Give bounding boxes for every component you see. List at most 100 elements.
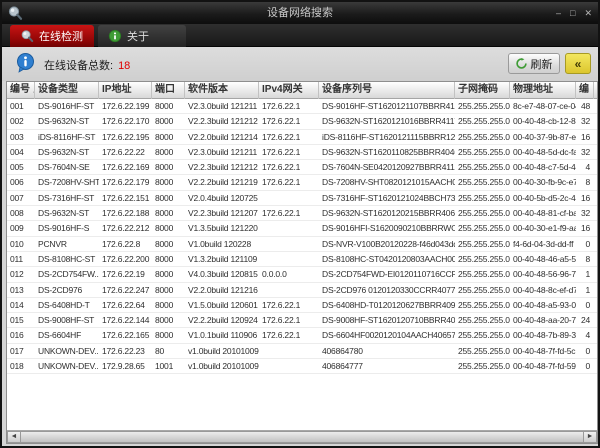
cell: 32 bbox=[576, 206, 594, 221]
scroll-right-arrow-icon[interactable]: ► bbox=[583, 431, 597, 443]
cell: DS-7208HV-SHT bbox=[35, 175, 99, 190]
cell: 00-40-48-cb-12-8a bbox=[510, 114, 576, 129]
cell: DS-6604HF0020120104AACH406572... bbox=[319, 328, 455, 343]
cell: 255.255.255.0 bbox=[455, 191, 510, 206]
table-row[interactable]: 012DS-2CD754FW...172.6.22.198000V4.0.3bu… bbox=[7, 267, 597, 282]
cell: DS-9008HF-ST1620120710BBRR409... bbox=[319, 313, 455, 328]
column-header-4[interactable]: 端口 bbox=[152, 82, 185, 99]
minimize-button[interactable]: – bbox=[556, 8, 561, 18]
column-header-5[interactable]: 软件版本 bbox=[185, 82, 259, 99]
cell: 255.255.255.0 bbox=[455, 237, 510, 252]
table-row[interactable]: 015DS-9008HF-ST172.6.22.1448000V2.2.2bui… bbox=[7, 313, 597, 328]
tab-about[interactable]: 关于 bbox=[98, 25, 186, 47]
refresh-label: 刷新 bbox=[531, 56, 553, 72]
cell: 255.255.255.0 bbox=[455, 252, 510, 267]
cell bbox=[259, 237, 319, 252]
cell: 8000 bbox=[152, 328, 185, 343]
cell: 015 bbox=[7, 313, 35, 328]
cell: 00-40-48-56-96-76 bbox=[510, 267, 576, 282]
cell: 172.6.22.22 bbox=[99, 145, 152, 160]
app-window: 设备网络搜索 – □ ✕ 在线检测 关于 bbox=[0, 0, 600, 448]
column-header-3[interactable]: IP地址 bbox=[99, 82, 152, 99]
table-row[interactable]: 001DS-9016HF-ST172.6.22.1998000V2.3.0bui… bbox=[7, 99, 597, 114]
table-row[interactable]: 010PCNVR172.6.22.88000V1.0build 120228DS… bbox=[7, 237, 597, 252]
scroll-left-arrow-icon[interactable]: ◄ bbox=[7, 431, 21, 443]
cell: DS-9632N-ST1620120215BBRR4069... bbox=[319, 206, 455, 221]
cell: 48 bbox=[576, 99, 594, 114]
table-row[interactable]: 013DS-2CD976172.6.22.2478000V2.2.0build … bbox=[7, 283, 597, 298]
cell: 255.255.255.0 bbox=[455, 283, 510, 298]
cell: 0 bbox=[576, 298, 594, 313]
cell: 001 bbox=[7, 99, 35, 114]
cell: 003 bbox=[7, 130, 35, 145]
cell: UNKOWN-DEV... bbox=[35, 344, 99, 359]
cell: DS-6408HD-T0120120627BBRR4093... bbox=[319, 298, 455, 313]
table-row[interactable]: 016DS-6604HF172.6.22.1658000V1.0.1build … bbox=[7, 328, 597, 343]
cell: 255.255.255.0 bbox=[455, 175, 510, 190]
close-button[interactable]: ✕ bbox=[584, 8, 592, 18]
cell: 406864780 bbox=[319, 344, 455, 359]
column-header-9[interactable]: 物理地址 bbox=[510, 82, 576, 99]
cell: 172.6.22.19 bbox=[99, 267, 152, 282]
cell: 8000 bbox=[152, 114, 185, 129]
cell: V2.2.2build 121219 bbox=[185, 175, 259, 190]
table-body: 001DS-9016HF-ST172.6.22.1998000V2.3.0bui… bbox=[7, 99, 597, 374]
column-header-label: 编号 bbox=[10, 84, 30, 95]
table-row[interactable]: 009DS-9016HF-S172.6.22.2128000V1.3.5buil… bbox=[7, 221, 597, 236]
cell: V2.2.0build 121216 bbox=[185, 283, 259, 298]
cell: 172.6.22.1 bbox=[259, 175, 319, 190]
column-header-6[interactable]: IPv4网关 bbox=[259, 82, 319, 99]
table-row[interactable]: 017UNKOWN-DEV...172.6.22.2380v1.0build 2… bbox=[7, 344, 597, 359]
cell: PCNVR bbox=[35, 237, 99, 252]
table-row[interactable]: 011DS-8108HC-ST172.6.22.2008000V1.3.2bui… bbox=[7, 252, 597, 267]
column-header-10[interactable]: 编 bbox=[576, 82, 594, 99]
tab-online-detect[interactable]: 在线检测 bbox=[10, 25, 94, 47]
cell: 00-40-30-e1-f9-aa bbox=[510, 221, 576, 236]
table-row[interactable]: 014DS-6408HD-T172.6.22.648000V1.5.0build… bbox=[7, 298, 597, 313]
refresh-button[interactable]: 刷新 bbox=[508, 53, 560, 74]
cell: 8000 bbox=[152, 237, 185, 252]
table-row[interactable]: 004DS-9632N-ST172.6.22.228000V2.3.0build… bbox=[7, 145, 597, 160]
title-bar[interactable]: 设备网络搜索 – □ ✕ bbox=[2, 2, 598, 24]
collapse-panel-button[interactable]: « bbox=[565, 53, 591, 74]
cell: 255.255.255.0 bbox=[455, 114, 510, 129]
cell: 8000 bbox=[152, 221, 185, 236]
column-header-1[interactable]: 编号△ bbox=[7, 82, 35, 99]
table-row[interactable]: 008DS-9632N-ST172.6.22.1888000V2.2.3buil… bbox=[7, 206, 597, 221]
horizontal-scrollbar[interactable]: ◄ ► bbox=[7, 430, 597, 443]
cell: 00-40-5b-d5-2c-48 bbox=[510, 191, 576, 206]
cell: 8000 bbox=[152, 252, 185, 267]
cell: DS-2CD754FWD-EI0120110716CCR... bbox=[319, 267, 455, 282]
tab-label: 在线检测 bbox=[39, 28, 83, 44]
table-row[interactable]: 007DS-7316HF-ST172.6.22.1518000V2.0.4bui… bbox=[7, 191, 597, 206]
cell: 0 bbox=[576, 344, 594, 359]
column-header-8[interactable]: 子网掩码 bbox=[455, 82, 510, 99]
cell: 406864777 bbox=[319, 359, 455, 374]
column-header-label: 编 bbox=[579, 84, 589, 95]
cell: 255.255.255.0 bbox=[455, 99, 510, 114]
cell: 16 bbox=[576, 191, 594, 206]
table-row[interactable]: 002DS-9632N-ST172.6.22.1708000V2.2.3buil… bbox=[7, 114, 597, 129]
cell: DS-2CD976 bbox=[35, 283, 99, 298]
column-header-7[interactable]: 设备序列号 bbox=[319, 82, 455, 99]
column-header-label: IP地址 bbox=[102, 84, 131, 95]
cell: 32 bbox=[576, 145, 594, 160]
table-row[interactable]: 018UNKOWN-DEV...172.9.28.651001v1.0build… bbox=[7, 359, 597, 374]
online-count-value: 18 bbox=[113, 60, 130, 72]
cell: v1.0build 20101009 bbox=[185, 344, 259, 359]
cell: 4 bbox=[576, 328, 594, 343]
cell: 1001 bbox=[152, 359, 185, 374]
table-row[interactable]: 005DS-7604N-SE172.6.22.1698000V2.2.3buil… bbox=[7, 160, 597, 175]
table-row[interactable]: 006DS-7208HV-SHT172.6.22.1798000V2.2.2bu… bbox=[7, 175, 597, 190]
cell: 172.6.22.247 bbox=[99, 283, 152, 298]
scrollbar-thumb[interactable] bbox=[21, 431, 583, 443]
cell: 00-40-48-7f-fd-59 bbox=[510, 359, 576, 374]
cell: 255.255.255.0 bbox=[455, 206, 510, 221]
maximize-button[interactable]: □ bbox=[570, 8, 575, 18]
cell: DS-9016HFI-S1620090210BBRRWCVU bbox=[319, 221, 455, 236]
info-balloon-icon bbox=[16, 53, 35, 73]
table-row[interactable]: 003iDS-8116HF-ST172.6.22.1958000V2.2.0bu… bbox=[7, 130, 597, 145]
cell: 0.0.0.0 bbox=[259, 267, 319, 282]
column-header-2[interactable]: 设备类型 bbox=[35, 82, 99, 99]
cell: DS-9632N-ST1620110825BBRR4046... bbox=[319, 145, 455, 160]
